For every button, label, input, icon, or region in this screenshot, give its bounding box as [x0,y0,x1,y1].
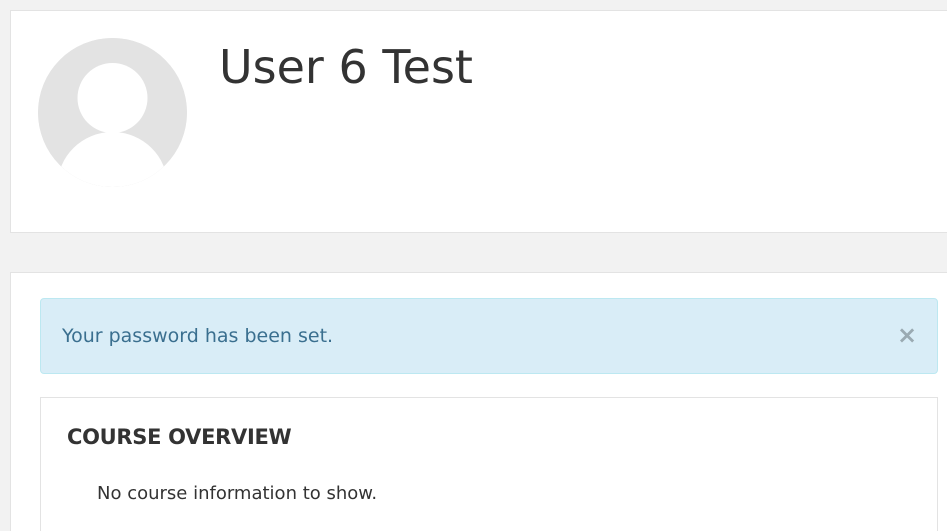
user-name: User 6 Test [219,40,473,94]
profile-header: User 6 Test [10,10,947,233]
password-set-alert: Your password has been set. × [40,298,938,374]
close-icon[interactable]: × [897,322,917,348]
avatar [38,38,187,187]
alert-message: Your password has been set. [62,325,334,347]
profile-page: User 6 Test Your password has been set. … [0,0,947,531]
main-content: Your password has been set. × COURSE OVE… [10,272,947,531]
no-course-message: No course information to show. [97,483,378,504]
course-overview-block: COURSE OVERVIEW No course information to… [40,397,938,531]
course-overview-title: COURSE OVERVIEW [67,425,292,449]
default-user-silhouette-icon [38,38,187,187]
